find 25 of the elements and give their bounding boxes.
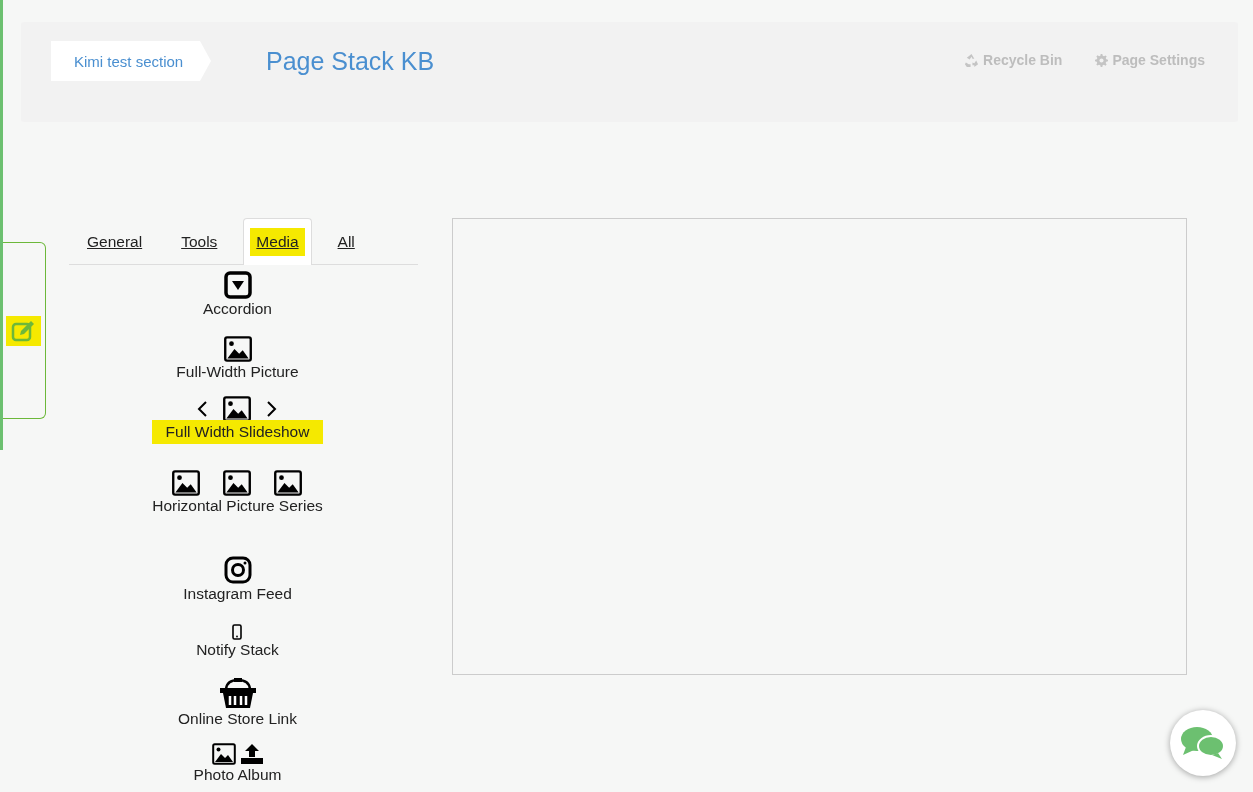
basket-icon bbox=[218, 677, 257, 709]
tab[interactable]: Tools bbox=[168, 218, 231, 265]
chevron-left-icon bbox=[196, 400, 209, 418]
widget-label[interactable]: Online Store Link bbox=[178, 709, 297, 729]
widget-label[interactable]: Horizontal Picture Series bbox=[152, 496, 323, 516]
widget-label[interactable]: Photo Album bbox=[193, 765, 282, 785]
widget-label[interactable]: Full Width Slideshow bbox=[151, 420, 324, 444]
picture-icon bbox=[211, 743, 237, 765]
phone-icon bbox=[232, 624, 243, 640]
tab[interactable]: Media bbox=[243, 218, 312, 265]
gear-icon bbox=[1095, 53, 1109, 67]
chat-button[interactable] bbox=[1170, 710, 1236, 776]
chat-bubbles-icon bbox=[1180, 725, 1226, 761]
widget-label[interactable]: Accordion bbox=[203, 299, 272, 319]
edit-tab[interactable] bbox=[3, 242, 46, 419]
widget-label[interactable]: Notify Stack bbox=[196, 640, 279, 660]
upload-icon bbox=[240, 743, 264, 765]
widget-label[interactable]: Instagram Feed bbox=[183, 584, 292, 604]
tab[interactable]: General bbox=[74, 218, 156, 265]
chevron-right-icon bbox=[266, 400, 279, 418]
widget-label[interactable]: Full-Width Picture bbox=[176, 362, 299, 382]
page-title: Page Stack KB bbox=[266, 46, 435, 77]
tab[interactable]: All bbox=[324, 218, 368, 265]
camera-icon bbox=[223, 556, 252, 584]
dropdown-box-icon bbox=[223, 271, 252, 299]
